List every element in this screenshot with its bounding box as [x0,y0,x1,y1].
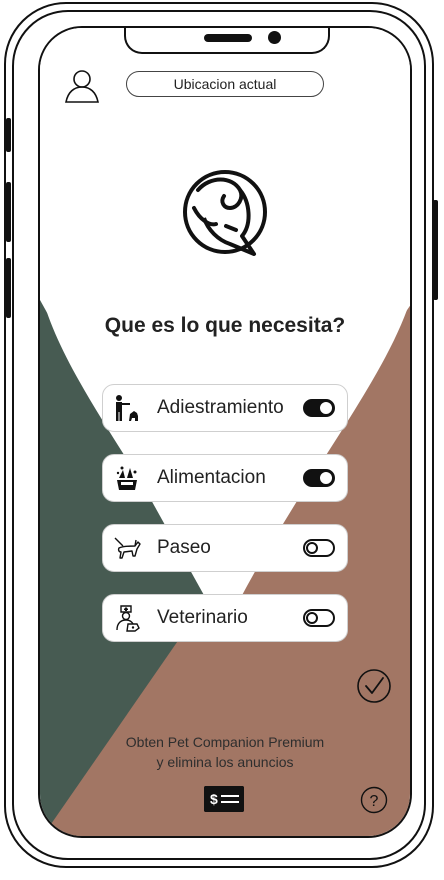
option-veterinario[interactable]: Veterinario [102,594,348,642]
screen: Ubicacion actual Que es lo que necesita?… [38,26,412,838]
user-icon[interactable] [64,68,100,104]
option-label-veterinario: Veterinario [157,607,248,628]
training-icon [116,395,138,421]
food-icon [116,466,137,490]
option-label-adiestramiento: Adiestramiento [157,397,284,418]
option-label-paseo: Paseo [157,537,211,558]
payment-icon[interactable]: $ [204,786,244,812]
toggle-paseo[interactable] [303,539,335,557]
option-paseo[interactable]: Paseo [102,524,348,572]
vet-icon [116,605,140,632]
camera-icon [268,31,281,44]
background-shapes [40,28,410,836]
side-button-mute [6,118,11,152]
dog-walk-icon [114,537,141,559]
side-button-volume-down [6,258,11,318]
speaker-icon [204,34,252,42]
premium-promo[interactable]: Obten Pet Companion Premium y elimina lo… [40,732,410,772]
option-label-alimentacion: Alimentacion [157,467,266,488]
notch [124,28,330,54]
toggle-alimentacion[interactable] [303,469,335,487]
toggle-veterinario[interactable] [303,609,335,627]
svg-text:?: ? [370,793,379,810]
location-field[interactable]: Ubicacion actual [126,71,324,97]
svg-text:$: $ [210,791,218,807]
help-icon[interactable]: ? [360,786,388,814]
option-alimentacion[interactable]: Alimentacion [102,454,348,502]
side-button-volume-up [6,182,11,242]
option-adiestramiento[interactable]: Adiestramiento [102,384,348,432]
page-question: Que es lo que necesita? [104,314,346,337]
toggle-adiestramiento[interactable] [303,399,335,417]
promo-line-1: Obten Pet Companion Premium [125,734,325,750]
promo-line-2: y elimina los anuncios [156,754,294,770]
dog-logo-icon [183,170,267,256]
check-icon[interactable] [356,668,392,704]
side-button-power [433,200,438,300]
